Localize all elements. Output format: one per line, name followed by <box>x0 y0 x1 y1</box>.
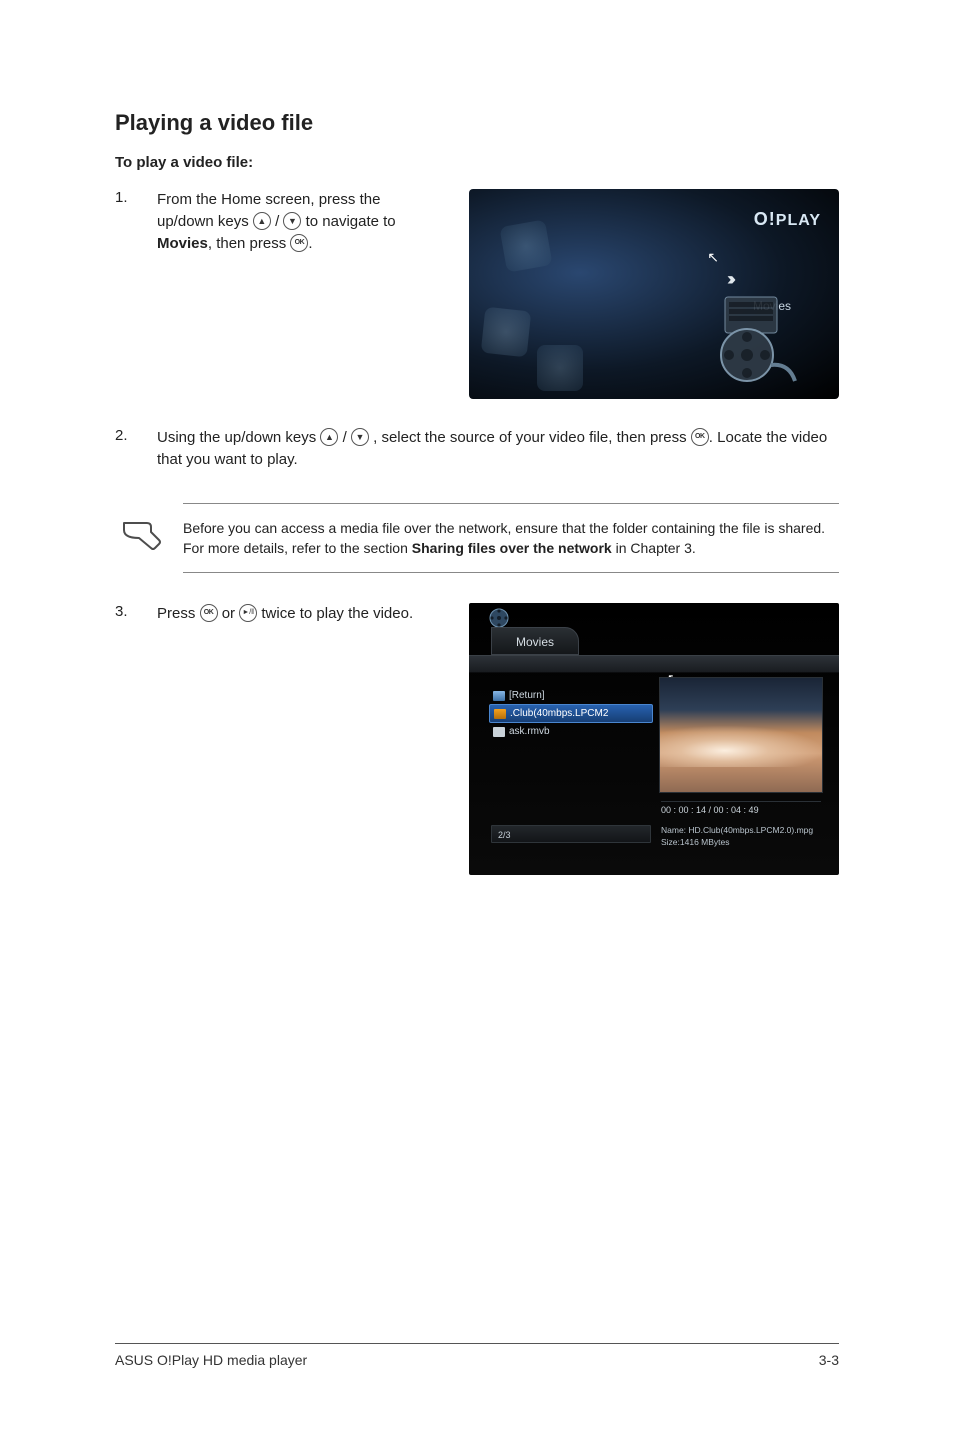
note-hand-icon <box>121 518 163 552</box>
menu-blur-icon <box>481 307 532 358</box>
oplay-logo: O!O!PLAYPLAY <box>754 209 821 230</box>
home-screen-screenshot: O!O!PLAYPLAY ↖ ›››› Movies <box>469 189 839 399</box>
step-1: 1. From the Home screen, press the up/do… <box>115 189 439 254</box>
step-number: 1. <box>115 189 157 254</box>
note-bold: Sharing files over the network <box>412 540 612 556</box>
file-label: ask.rmvb <box>509 726 550 737</box>
list-item-selected: .Club(40mbps.LPCM2 <box>489 704 653 723</box>
text: Press <box>157 605 200 622</box>
text: or <box>222 605 240 622</box>
text: , select the source of your video file, … <box>373 429 691 446</box>
ok-button-icon: OK <box>691 428 709 446</box>
step-number: 2. <box>115 427 157 471</box>
step-body: Using the up/down keys ▲ / ▼ , select th… <box>157 427 839 471</box>
text: to navigate to <box>306 213 396 230</box>
movies-browser-screenshot: Movies ↖ [Return] .Club(40mbps.LPCM2 ask… <box>469 603 839 875</box>
step-body: From the Home screen, press the up/down … <box>157 189 439 254</box>
text: , then press <box>208 235 291 252</box>
file-metadata: Name: HD.Club(40mbps.LPCM2.0).mpg Size:1… <box>661 825 821 848</box>
section-title: Playing a video file <box>115 110 839 136</box>
video-file-icon <box>494 709 506 719</box>
pager: 2/3 <box>491 825 651 843</box>
timecode: 00 : 00 : 14 / 00 : 04 : 49 <box>661 801 821 815</box>
down-arrow-icon: ▼ <box>351 428 369 446</box>
video-preview <box>659 677 823 793</box>
list-item: [Return] <box>489 687 653 704</box>
up-arrow-icon: ▲ <box>320 428 338 446</box>
file-icon <box>493 727 505 737</box>
movies-tab: Movies <box>491 627 579 655</box>
meta-name: Name: HD.Club(40mbps.LPCM2.0).mpg <box>661 825 821 836</box>
up-arrow-icon: ▲ <box>253 212 271 230</box>
page-footer: ASUS O!Play HD media player 3-3 <box>115 1343 839 1368</box>
ok-button-icon: OK <box>200 604 218 622</box>
cursor-icon: ↖ <box>707 249 719 266</box>
movies-emblem-icon <box>485 605 513 629</box>
sub-title: To play a video file: <box>115 154 839 171</box>
step-2: 2. Using the up/down keys ▲ / ▼ , select… <box>115 427 839 471</box>
menu-blur-icon <box>537 345 583 391</box>
file-label: .Club(40mbps.LPCM2 <box>510 708 608 719</box>
text: / <box>343 429 351 446</box>
ok-button-icon: OK <box>290 234 308 252</box>
text: Using the up/down keys <box>157 429 320 446</box>
note-text: in Chapter 3. <box>616 540 696 556</box>
down-arrow-icon: ▼ <box>283 212 301 230</box>
film-reel-icon <box>699 293 799 385</box>
note-callout: Before you can access a media file over … <box>183 503 839 574</box>
meta-size: Size:1416 MBytes <box>661 837 821 848</box>
footer-product: ASUS O!Play HD media player <box>115 1352 307 1368</box>
file-list: [Return] .Club(40mbps.LPCM2 ask.rmvb <box>489 687 653 740</box>
folder-return-icon <box>493 691 505 701</box>
footer-page-number: 3-3 <box>819 1352 839 1368</box>
chevrons-icon: ›››› <box>727 269 731 290</box>
play-pause-icon: ►/ǁ <box>239 604 257 622</box>
step-number: 3. <box>115 603 157 625</box>
step-body: Press OK or ►/ǁ twice to play the video. <box>157 603 439 625</box>
toolbar <box>469 655 839 673</box>
text: twice to play the video. <box>261 605 413 622</box>
text: . <box>308 235 312 252</box>
movies-bold: Movies <box>157 235 208 252</box>
step-3: 3. Press OK or ►/ǁ twice to play the vid… <box>115 603 439 625</box>
file-label: [Return] <box>509 690 545 701</box>
text: / <box>275 213 283 230</box>
list-item: ask.rmvb <box>489 723 653 740</box>
menu-blur-icon <box>499 219 552 272</box>
